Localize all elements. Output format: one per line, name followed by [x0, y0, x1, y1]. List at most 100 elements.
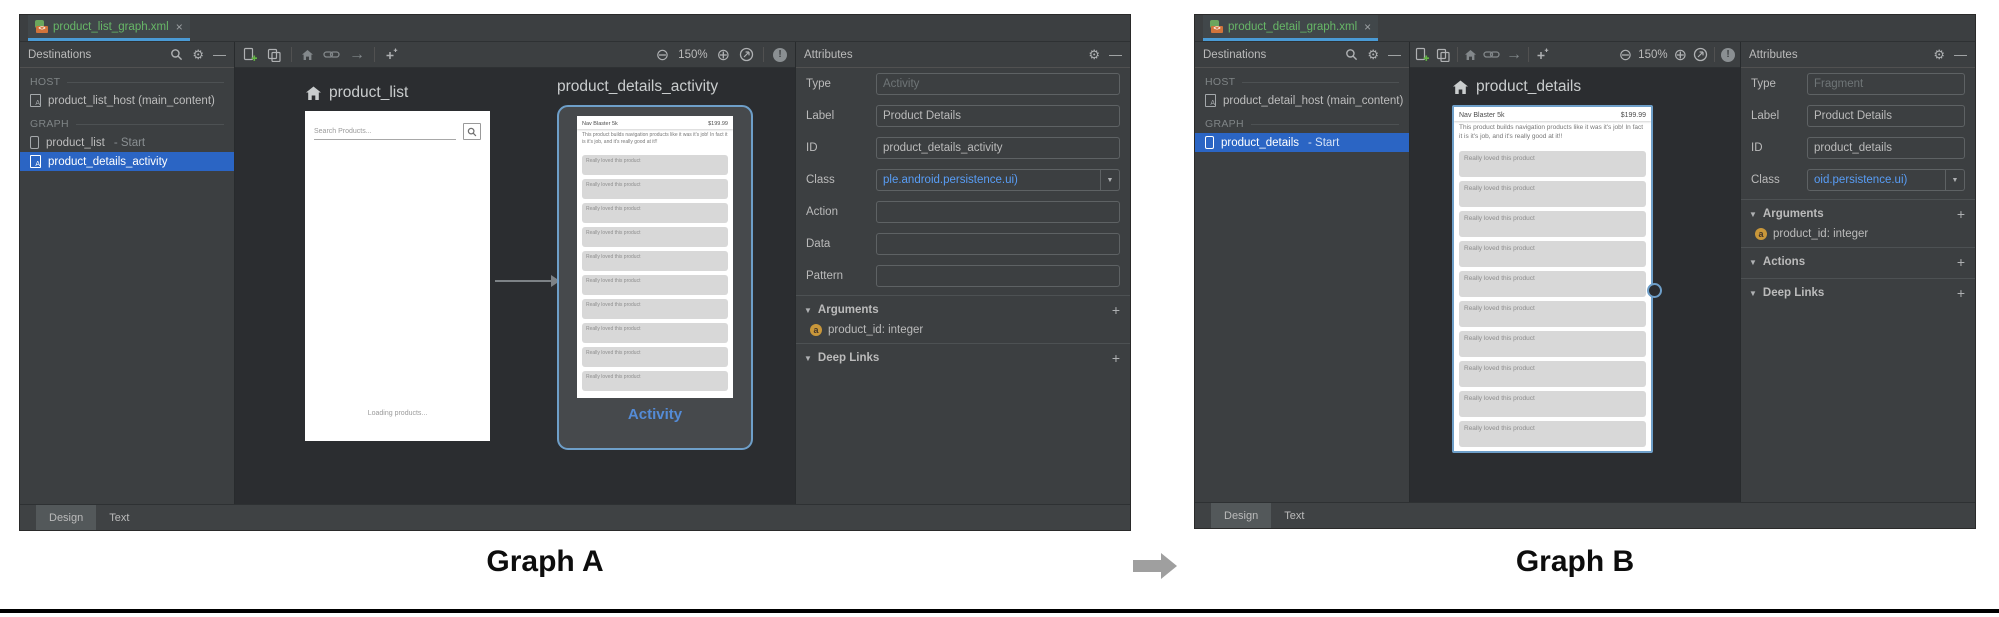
new-destination-icon[interactable] [1415, 47, 1430, 62]
action-arrow-icon[interactable]: → [1506, 46, 1522, 64]
destination-item-product-list[interactable]: product_list - Start [20, 133, 234, 152]
deep-link-icon[interactable] [323, 49, 340, 60]
class-combo-value[interactable]: ple.android.persistence.ui) [876, 169, 1101, 191]
id-field[interactable] [1807, 137, 1965, 159]
action-field[interactable] [876, 201, 1120, 223]
minimize-icon[interactable]: — [213, 48, 226, 61]
expander-icon: ▼ [804, 354, 812, 363]
review-row: Really loved this product [1459, 271, 1646, 297]
home-toolbar-icon[interactable] [1464, 49, 1477, 61]
activity-frame[interactable]: Nav Blaster 5k $199.99 This product buil… [557, 105, 753, 450]
destination-item-host[interactable]: product_detail_host (main_content) [1195, 91, 1409, 110]
gear-icon[interactable]: ⚙ [1088, 48, 1100, 61]
type-field[interactable] [1807, 73, 1965, 95]
issues-icon[interactable]: ! [773, 48, 787, 62]
argument-item[interactable]: a product_id: integer [1741, 227, 1975, 244]
editor-tab-product-detail-graph[interactable]: <> product_detail_graph.xml × [1203, 15, 1378, 41]
destination-label: product_list [46, 137, 105, 149]
preview-product-description: This product builds navigation products … [577, 129, 733, 151]
arguments-section-header[interactable]: ▼ Arguments + [796, 295, 1130, 323]
add-deep-link-button[interactable]: + [1957, 285, 1965, 301]
action-field-label: Action [806, 206, 868, 218]
minimize-icon[interactable]: — [1954, 48, 1967, 61]
add-action-button[interactable]: + [1957, 254, 1965, 270]
deep-links-section-header[interactable]: ▼ Deep Links + [796, 343, 1130, 371]
home-toolbar-icon[interactable] [301, 49, 314, 61]
action-connection-handle[interactable] [1647, 283, 1662, 298]
gear-icon[interactable]: ⚙ [1367, 48, 1379, 61]
preview-product-name: Nav Blaster 5k [1459, 112, 1505, 119]
class-combo-value[interactable]: oid.persistence.ui) [1807, 169, 1946, 191]
editor-tab-product-list-graph[interactable]: <> product_list_graph.xml × [28, 15, 190, 41]
auto-arrange-icon[interactable] [384, 47, 399, 62]
canvas-toolbar: → ⊖ 150% ⊕ ! [1410, 42, 1740, 68]
host-section-header: HOST [1195, 68, 1409, 91]
zoom-to-fit-icon[interactable] [739, 47, 754, 62]
action-arrow-icon[interactable]: → [349, 46, 365, 64]
nested-graph-icon[interactable] [1436, 48, 1451, 62]
preview-loading-text: Loading products... [305, 410, 490, 417]
issues-icon[interactable]: ! [1721, 48, 1735, 62]
argument-icon: a [1755, 228, 1767, 240]
zoom-in-icon[interactable]: ⊕ [1674, 45, 1687, 65]
nested-graph-icon[interactable] [267, 48, 282, 62]
screen-product-details[interactable]: product_details Nav Blaster 5k $199.99 T… [1452, 78, 1653, 453]
product-details-preview[interactable]: Nav Blaster 5k $199.99 This product buil… [1452, 105, 1653, 453]
gear-icon[interactable]: ⚙ [192, 48, 204, 61]
expander-icon: ▼ [1749, 258, 1757, 267]
deep-link-icon[interactable] [1483, 49, 1500, 60]
navigation-action-arrow[interactable] [495, 280, 551, 282]
add-argument-button[interactable]: + [1112, 302, 1120, 318]
zoom-in-icon[interactable]: ⊕ [717, 45, 730, 65]
tab-design[interactable]: Design [36, 505, 96, 530]
new-destination-icon[interactable] [243, 47, 258, 62]
data-field[interactable] [876, 233, 1120, 255]
add-deep-link-button[interactable]: + [1112, 350, 1120, 366]
destination-label: product_details [1221, 137, 1299, 149]
search-icon[interactable] [1345, 48, 1358, 61]
pattern-field[interactable] [876, 265, 1120, 287]
zoom-level: 150% [1638, 49, 1667, 61]
auto-arrange-icon[interactable] [1535, 47, 1550, 62]
review-row: Really loved this product [582, 299, 728, 319]
editor-mode-tabs: Design Text [1195, 502, 1975, 528]
review-row: Really loved this product [582, 179, 728, 199]
fragment-destination-icon [30, 136, 39, 149]
tab-close-icon[interactable]: × [1364, 20, 1371, 34]
preview-product-header: Nav Blaster 5k $199.99 [577, 116, 733, 129]
destination-item-product-details-activity[interactable]: product_details_activity [20, 152, 234, 171]
gear-icon[interactable]: ⚙ [1933, 48, 1945, 61]
add-argument-button[interactable]: + [1957, 206, 1965, 222]
destinations-panel: Destinations ⚙ — HOST product_list_host … [20, 42, 235, 504]
zoom-to-fit-icon[interactable] [1693, 47, 1708, 62]
zoom-out-icon[interactable]: ⊖ [1619, 45, 1632, 65]
type-field[interactable] [876, 73, 1120, 95]
chevron-down-icon[interactable]: ▼ [1101, 169, 1120, 191]
tab-close-icon[interactable]: × [176, 20, 183, 34]
screen-product-details-activity[interactable]: product_details_activity Nav Blaster 5k … [557, 78, 753, 450]
class-combo[interactable]: oid.persistence.ui) ▼ [1807, 169, 1965, 191]
destination-item-product-details[interactable]: product_details - Start [1195, 133, 1409, 152]
screen-product-list[interactable]: product_list Search Products... Loading … [305, 84, 490, 441]
fragment-destination-icon [1205, 136, 1214, 149]
class-combo[interactable]: ple.android.persistence.ui) ▼ [876, 169, 1120, 191]
deep-links-section-header[interactable]: ▼ Deep Links + [1741, 278, 1975, 306]
actions-section-header[interactable]: ▼ Actions + [1741, 247, 1975, 275]
label-field[interactable] [876, 105, 1120, 127]
tab-design[interactable]: Design [1211, 503, 1271, 528]
argument-item[interactable]: a product_id: integer [796, 323, 1130, 340]
label-field[interactable] [1807, 105, 1965, 127]
arguments-section-header[interactable]: ▼ Arguments + [1741, 199, 1975, 227]
search-icon[interactable] [170, 48, 183, 61]
destination-item-host[interactable]: product_list_host (main_content) [20, 91, 234, 110]
tab-text[interactable]: Text [1271, 503, 1317, 528]
minimize-icon[interactable]: — [1388, 48, 1401, 61]
preview-product-price: $199.99 [1621, 112, 1646, 119]
tab-text[interactable]: Text [96, 505, 142, 530]
id-field[interactable] [876, 137, 1120, 159]
minimize-icon[interactable]: — [1109, 48, 1122, 61]
zoom-out-icon[interactable]: ⊖ [656, 45, 669, 65]
chevron-down-icon[interactable]: ▼ [1946, 169, 1965, 191]
navigation-canvas: product_details Nav Blaster 5k $199.99 T… [1410, 68, 1740, 502]
id-field-label: ID [806, 142, 868, 154]
